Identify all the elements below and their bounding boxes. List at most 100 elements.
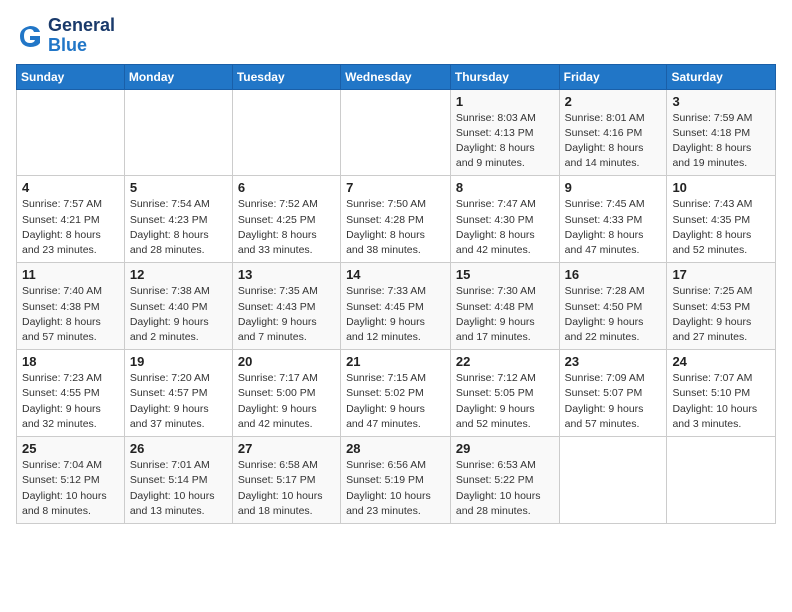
day-info: Sunrise: 7:17 AM Sunset: 5:00 PM Dayligh…	[238, 371, 335, 432]
day-number: 19	[130, 354, 227, 369]
calendar-cell: 19Sunrise: 7:20 AM Sunset: 4:57 PM Dayli…	[124, 350, 232, 437]
day-number: 27	[238, 441, 335, 456]
calendar-week-1: 1 Sunrise: 8:03 AM Sunset: 4:13 PM Daylig…	[17, 89, 776, 176]
day-info: Sunrise: 7:30 AM Sunset: 4:48 PM Dayligh…	[456, 284, 554, 345]
calendar-cell	[667, 437, 776, 524]
day-info: Sunrise: 7:38 AM Sunset: 4:40 PM Dayligh…	[130, 284, 227, 345]
day-info: Sunrise: 7:15 AM Sunset: 5:02 PM Dayligh…	[346, 371, 445, 432]
calendar-cell: 18 Sunrise: 7:23 AM Sunset: 4:55 PM Dayli…	[17, 350, 125, 437]
day-info: Sunrise: 7:59 AM Sunset: 4:18 PM Dayligh…	[672, 111, 770, 172]
day-number: 16	[565, 267, 662, 282]
calendar-cell: 21 Sunrise: 7:15 AM Sunset: 5:02 PM Dayli…	[341, 350, 451, 437]
day-info: Sunrise: 7:23 AM Sunset: 4:55 PM Dayligh…	[22, 371, 119, 432]
calendar-cell: 26 Sunrise: 7:01 AM Sunset: 5:14 PM Dayli…	[124, 437, 232, 524]
calendar-cell: 23 Sunrise: 7:09 AM Sunset: 5:07 PM Dayli…	[559, 350, 667, 437]
calendar-cell: 9 Sunrise: 7:45 AM Sunset: 4:33 PM Daylig…	[559, 176, 667, 263]
day-number: 8	[456, 180, 554, 195]
calendar-cell: 25 Sunrise: 7:04 AM Sunset: 5:12 PM Dayli…	[17, 437, 125, 524]
calendar-header-row: SundayMondayTuesdayWednesdayThursdayFrid…	[17, 64, 776, 89]
day-header-sunday: Sunday	[17, 64, 125, 89]
day-header-friday: Friday	[559, 64, 667, 89]
day-number: 11	[22, 267, 119, 282]
calendar-cell: 8 Sunrise: 7:47 AM Sunset: 4:30 PM Daylig…	[450, 176, 559, 263]
day-number: 14	[346, 267, 445, 282]
calendar-body: 1 Sunrise: 8:03 AM Sunset: 4:13 PM Daylig…	[17, 89, 776, 523]
calendar-cell: 14 Sunrise: 7:33 AM Sunset: 4:45 PM Dayli…	[341, 263, 451, 350]
calendar-cell: 3 Sunrise: 7:59 AM Sunset: 4:18 PM Daylig…	[667, 89, 776, 176]
day-header-monday: Monday	[124, 64, 232, 89]
calendar-cell: 12Sunrise: 7:38 AM Sunset: 4:40 PM Dayli…	[124, 263, 232, 350]
day-number: 5	[130, 180, 227, 195]
day-number: 26	[130, 441, 227, 456]
day-number: 17	[672, 267, 770, 282]
day-info: Sunrise: 7:28 AM Sunset: 4:50 PM Dayligh…	[565, 284, 662, 345]
day-header-wednesday: Wednesday	[341, 64, 451, 89]
day-info: Sunrise: 7:01 AM Sunset: 5:14 PM Dayligh…	[130, 458, 227, 519]
day-info: Sunrise: 7:35 AM Sunset: 4:43 PM Dayligh…	[238, 284, 335, 345]
day-info: Sunrise: 7:12 AM Sunset: 5:05 PM Dayligh…	[456, 371, 554, 432]
calendar-cell: 29 Sunrise: 6:53 AM Sunset: 5:22 PM Dayli…	[450, 437, 559, 524]
calendar-week-5: 25 Sunrise: 7:04 AM Sunset: 5:12 PM Dayli…	[17, 437, 776, 524]
logo-text: General Blue	[48, 16, 115, 56]
calendar-cell: 16 Sunrise: 7:28 AM Sunset: 4:50 PM Dayli…	[559, 263, 667, 350]
day-number: 9	[565, 180, 662, 195]
calendar-cell: 6 Sunrise: 7:52 AM Sunset: 4:25 PM Daylig…	[232, 176, 340, 263]
day-header-tuesday: Tuesday	[232, 64, 340, 89]
calendar-cell: 24Sunrise: 7:07 AM Sunset: 5:10 PM Dayli…	[667, 350, 776, 437]
calendar-cell	[17, 89, 125, 176]
day-number: 28	[346, 441, 445, 456]
day-info: Sunrise: 8:01 AM Sunset: 4:16 PM Dayligh…	[565, 111, 662, 172]
calendar-cell	[232, 89, 340, 176]
calendar-cell: 1 Sunrise: 8:03 AM Sunset: 4:13 PM Daylig…	[450, 89, 559, 176]
calendar-cell: 4Sunrise: 7:57 AM Sunset: 4:21 PM Daylig…	[17, 176, 125, 263]
day-info: Sunrise: 7:40 AM Sunset: 4:38 PM Dayligh…	[22, 284, 119, 345]
calendar-cell: 10 Sunrise: 7:43 AM Sunset: 4:35 PM Dayli…	[667, 176, 776, 263]
day-info: Sunrise: 7:50 AM Sunset: 4:28 PM Dayligh…	[346, 197, 445, 258]
day-info: Sunrise: 7:09 AM Sunset: 5:07 PM Dayligh…	[565, 371, 662, 432]
calendar-cell: 27 Sunrise: 6:58 AM Sunset: 5:17 PM Dayli…	[232, 437, 340, 524]
day-header-saturday: Saturday	[667, 64, 776, 89]
day-number: 25	[22, 441, 119, 456]
day-header-thursday: Thursday	[450, 64, 559, 89]
day-info: Sunrise: 7:33 AM Sunset: 4:45 PM Dayligh…	[346, 284, 445, 345]
day-number: 23	[565, 354, 662, 369]
day-info: Sunrise: 7:45 AM Sunset: 4:33 PM Dayligh…	[565, 197, 662, 258]
day-number: 7	[346, 180, 445, 195]
page-header: General Blue	[16, 16, 776, 56]
day-number: 21	[346, 354, 445, 369]
calendar-cell: 2 Sunrise: 8:01 AM Sunset: 4:16 PM Daylig…	[559, 89, 667, 176]
day-number: 2	[565, 94, 662, 109]
day-info: Sunrise: 6:53 AM Sunset: 5:22 PM Dayligh…	[456, 458, 554, 519]
day-number: 29	[456, 441, 554, 456]
day-number: 6	[238, 180, 335, 195]
calendar-week-2: 4Sunrise: 7:57 AM Sunset: 4:21 PM Daylig…	[17, 176, 776, 263]
calendar-cell: 22 Sunrise: 7:12 AM Sunset: 5:05 PM Dayli…	[450, 350, 559, 437]
day-info: Sunrise: 7:25 AM Sunset: 4:53 PM Dayligh…	[672, 284, 770, 345]
day-info: Sunrise: 7:54 AM Sunset: 4:23 PM Dayligh…	[130, 197, 227, 258]
calendar-cell: 5 Sunrise: 7:54 AM Sunset: 4:23 PM Daylig…	[124, 176, 232, 263]
day-number: 1	[456, 94, 554, 109]
calendar-cell: 15Sunrise: 7:30 AM Sunset: 4:48 PM Dayli…	[450, 263, 559, 350]
logo-icon	[16, 22, 44, 50]
calendar-cell: 13 Sunrise: 7:35 AM Sunset: 4:43 PM Dayli…	[232, 263, 340, 350]
day-info: Sunrise: 7:47 AM Sunset: 4:30 PM Dayligh…	[456, 197, 554, 258]
day-info: Sunrise: 7:52 AM Sunset: 4:25 PM Dayligh…	[238, 197, 335, 258]
day-number: 13	[238, 267, 335, 282]
logo: General Blue	[16, 16, 115, 56]
day-number: 3	[672, 94, 770, 109]
day-info: Sunrise: 8:03 AM Sunset: 4:13 PM Dayligh…	[456, 111, 554, 172]
calendar-cell: 28 Sunrise: 6:56 AM Sunset: 5:19 PM Dayli…	[341, 437, 451, 524]
calendar-week-3: 11 Sunrise: 7:40 AM Sunset: 4:38 PM Dayli…	[17, 263, 776, 350]
day-info: Sunrise: 7:04 AM Sunset: 5:12 PM Dayligh…	[22, 458, 119, 519]
calendar-cell	[341, 89, 451, 176]
day-info: Sunrise: 6:58 AM Sunset: 5:17 PM Dayligh…	[238, 458, 335, 519]
day-number: 18	[22, 354, 119, 369]
day-number: 24	[672, 354, 770, 369]
calendar-cell: 17 Sunrise: 7:25 AM Sunset: 4:53 PM Dayli…	[667, 263, 776, 350]
day-info: Sunrise: 7:43 AM Sunset: 4:35 PM Dayligh…	[672, 197, 770, 258]
calendar-week-4: 18 Sunrise: 7:23 AM Sunset: 4:55 PM Dayli…	[17, 350, 776, 437]
day-info: Sunrise: 6:56 AM Sunset: 5:19 PM Dayligh…	[346, 458, 445, 519]
day-number: 10	[672, 180, 770, 195]
day-number: 20	[238, 354, 335, 369]
day-number: 22	[456, 354, 554, 369]
